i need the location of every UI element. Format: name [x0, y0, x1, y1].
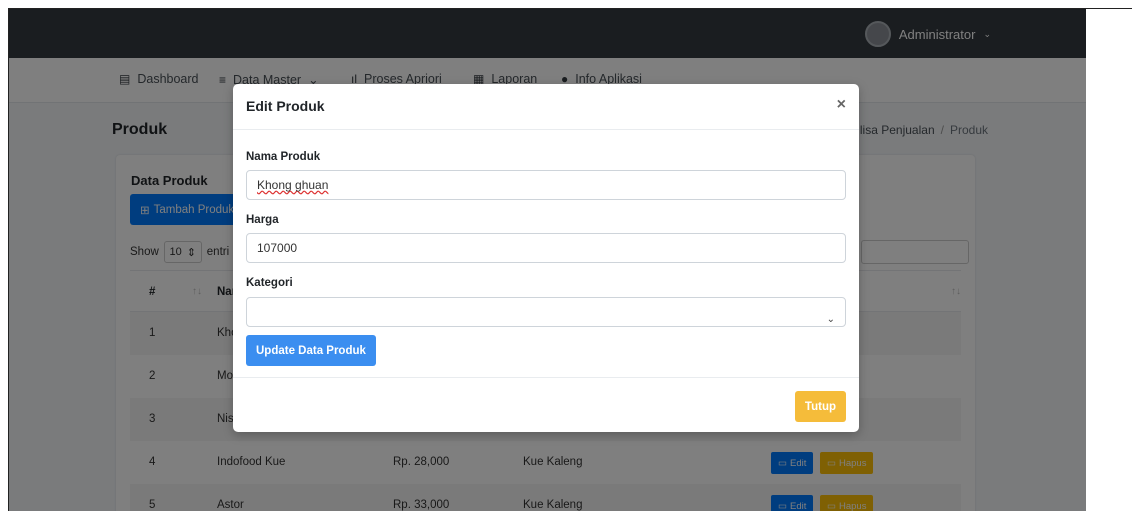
modal-title: Edit Produk — [246, 98, 325, 114]
nama-produk-value: Khong ghuan — [257, 178, 329, 192]
kategori-select[interactable]: ⌄ — [246, 297, 846, 327]
browser-viewport: Administrator ⌄ ▤ Dashboard ≡ Data Maste… — [8, 8, 1086, 511]
edit-product-modal: Edit Produk × Nama Produk Khong ghuan Ha… — [233, 84, 859, 432]
harga-input[interactable]: 107000 — [246, 233, 846, 263]
frame-edge-line — [1086, 8, 1132, 9]
nama-produk-input[interactable]: Khong ghuan — [246, 170, 846, 200]
chevron-down-icon: ⌄ — [826, 314, 835, 325]
update-product-button[interactable]: Update Data Produk — [246, 335, 376, 366]
modal-footer: Tutup — [233, 377, 859, 432]
kategori-label: Kategori — [246, 277, 293, 289]
modal-header: Edit Produk × — [233, 84, 859, 130]
harga-value: 107000 — [257, 241, 298, 255]
close-button[interactable]: Tutup — [794, 391, 846, 422]
harga-label: Harga — [246, 214, 279, 226]
nama-produk-label: Nama Produk — [246, 151, 321, 163]
close-icon[interactable]: × — [837, 96, 846, 114]
